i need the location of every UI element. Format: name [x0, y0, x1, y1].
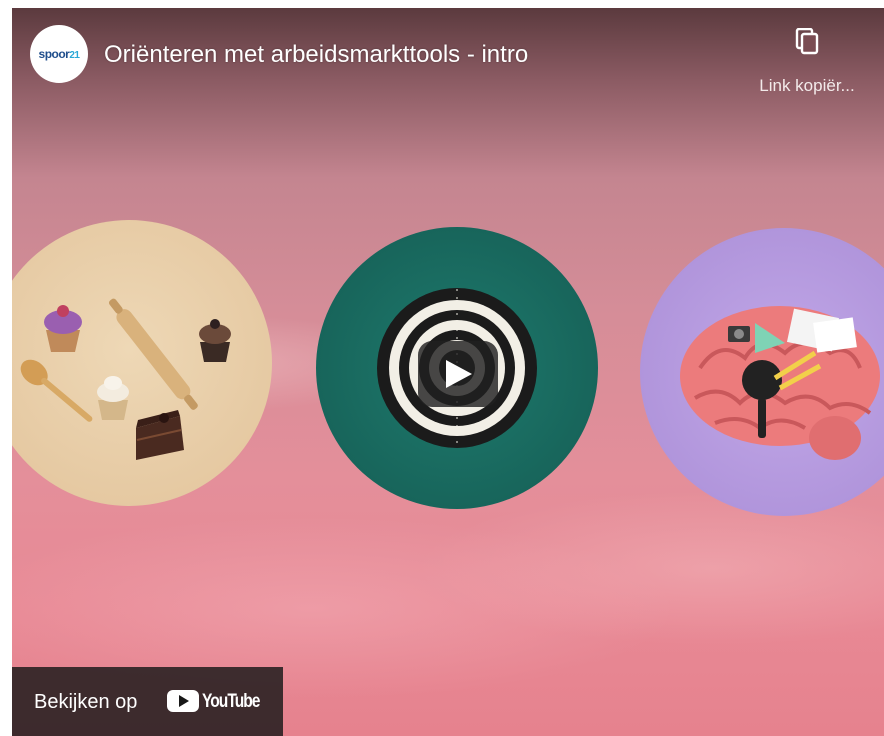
youtube-logo: YouTube — [167, 689, 271, 715]
cupcake-icon-3 — [97, 376, 129, 420]
video-player[interactable]: spoor21 Oriënteren met arbeidsmarkttools… — [12, 8, 884, 736]
cupcake-icon-1 — [44, 305, 82, 352]
channel-avatar[interactable]: spoor21 — [30, 25, 88, 83]
cake-slice-icon — [136, 410, 184, 460]
wooden-spoon-icon — [20, 359, 93, 422]
youtube-play-icon — [167, 690, 199, 712]
channel-logo: spoor21 — [38, 47, 80, 61]
youtube-wordmark: YouTube — [202, 691, 260, 712]
watch-on-label: Bekijken op — [34, 691, 138, 713]
brain-illustration — [640, 228, 884, 516]
baking-illustration — [12, 220, 272, 506]
copy-link-label: Link kopiër... — [759, 76, 855, 95]
copy-link-button[interactable]: Link kopiër... — [740, 26, 874, 96]
video-title[interactable]: Oriënteren met arbeidsmarkttools - intro — [104, 41, 528, 69]
copy-icon — [795, 28, 819, 55]
play-button[interactable] — [418, 341, 498, 407]
cupcake-icon-2 — [199, 319, 231, 362]
player-top-bar: spoor21 Oriënteren met arbeidsmarkttools… — [12, 8, 884, 118]
watch-on-youtube-button[interactable]: Bekijken op YouTube — [12, 667, 283, 736]
play-icon — [446, 360, 472, 388]
